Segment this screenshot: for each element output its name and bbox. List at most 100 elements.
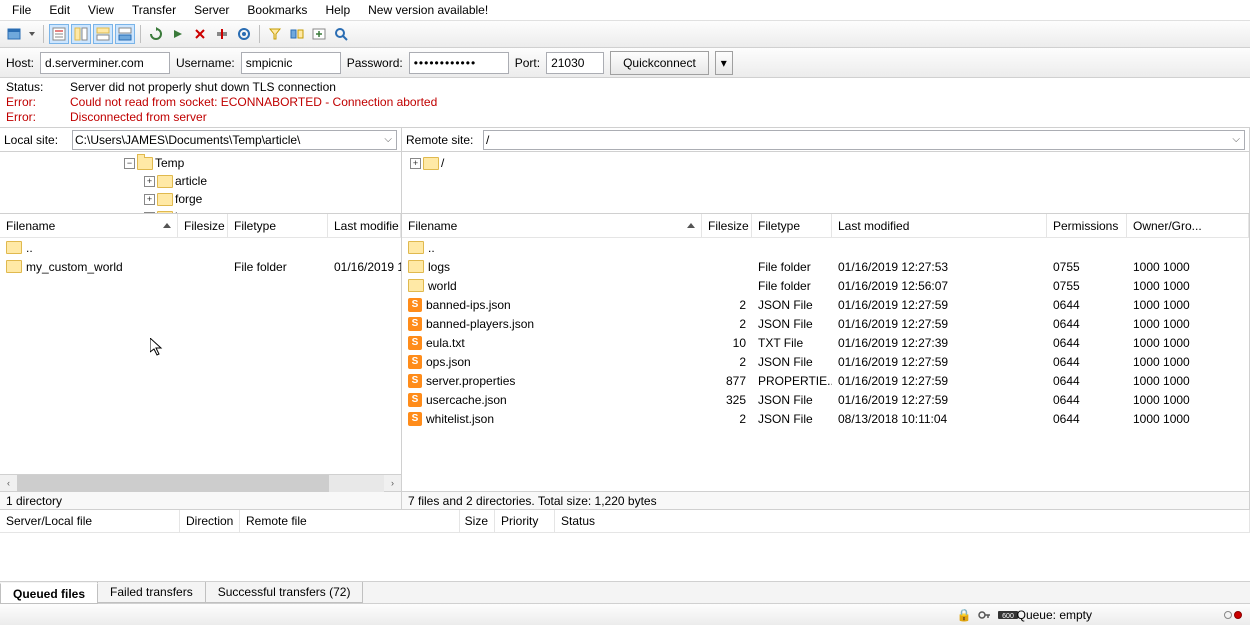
folder-icon (408, 260, 424, 273)
log-row: Status:Server did not properly shut down… (6, 80, 1244, 95)
username-input[interactable] (241, 52, 341, 74)
list-item[interactable]: .. (402, 238, 1249, 257)
list-item[interactable]: Sops.json2JSON File01/16/2019 12:27:5906… (402, 352, 1249, 371)
toolbar (0, 20, 1250, 48)
lock-icon[interactable]: 🔒 (957, 608, 971, 622)
menu-transfer[interactable]: Transfer (124, 1, 184, 19)
compare-icon[interactable] (287, 24, 307, 44)
list-item[interactable]: Sbanned-ips.json2JSON File01/16/2019 12:… (402, 295, 1249, 314)
menu-server[interactable]: Server (186, 1, 237, 19)
quickconnect-button[interactable]: Quickconnect (610, 51, 709, 75)
limits-icon[interactable]: 600 (997, 608, 1011, 622)
col-size[interactable]: Size (460, 510, 495, 532)
process-queue-icon[interactable] (168, 24, 188, 44)
list-item[interactable]: Seula.txt10TXT File01/16/2019 12:27:3906… (402, 333, 1249, 352)
folder-icon (408, 279, 424, 292)
menu-file[interactable]: File (4, 1, 39, 19)
site-manager-drop-icon[interactable] (26, 24, 38, 44)
cursor-icon (150, 338, 164, 356)
refresh-icon[interactable] (146, 24, 166, 44)
col-direction[interactable]: Direction (180, 510, 240, 532)
separator (259, 25, 260, 43)
tree-node[interactable]: +article (4, 172, 397, 190)
chevron-down-icon[interactable]: ⌵ (1230, 134, 1242, 145)
port-input[interactable] (546, 52, 604, 74)
folder-icon (408, 241, 424, 254)
col-owner[interactable]: Owner/Gro... (1127, 214, 1249, 237)
toggle-queue-icon[interactable] (115, 24, 135, 44)
key-icon[interactable] (977, 608, 991, 622)
tab-failed[interactable]: Failed transfers (97, 582, 206, 603)
filter-icon[interactable] (265, 24, 285, 44)
host-input[interactable] (40, 52, 170, 74)
list-item[interactable]: my_custom_worldFile folder01/16/2019 1 (0, 257, 401, 276)
message-log[interactable]: Status:Server did not properly shut down… (0, 78, 1250, 128)
chevron-down-icon[interactable]: ⌵ (382, 134, 394, 145)
local-path-combo[interactable]: C:\Users\JAMES\Documents\Temp\article\⌵ (72, 130, 397, 150)
col-filename[interactable]: Filename (0, 214, 178, 237)
collapse-icon[interactable]: − (124, 158, 135, 169)
remote-pane: Remote site: /⌵ +/ Filename Filesize Fil… (402, 128, 1250, 509)
col-modified[interactable]: Last modifie (328, 214, 401, 237)
queue-status: Queue: empty (1017, 608, 1092, 622)
password-input[interactable] (409, 52, 509, 74)
col-modified[interactable]: Last modified (832, 214, 1047, 237)
search-icon[interactable] (331, 24, 351, 44)
tab-queued[interactable]: Queued files (0, 583, 98, 604)
local-file-list[interactable]: .. my_custom_worldFile folder01/16/2019 … (0, 238, 401, 474)
expand-icon[interactable]: + (144, 176, 155, 187)
disconnect-icon[interactable] (212, 24, 232, 44)
list-item[interactable]: Susercache.json325JSON File01/16/2019 12… (402, 390, 1249, 409)
sync-browse-icon[interactable] (309, 24, 329, 44)
scroll-left-icon[interactable]: ‹ (0, 475, 17, 492)
tree-node[interactable]: −Temp (4, 154, 397, 172)
col-filesize[interactable]: Filesize (178, 214, 228, 237)
host-label: Host: (6, 56, 34, 70)
tree-node[interactable]: +forge (4, 190, 397, 208)
menu-edit[interactable]: Edit (41, 1, 78, 19)
col-filetype[interactable]: Filetype (752, 214, 832, 237)
list-item[interactable]: worldFile folder01/16/2019 12:56:0707551… (402, 276, 1249, 295)
list-item[interactable]: Sserver.properties877PROPERTIE...01/16/2… (402, 371, 1249, 390)
local-status: 1 directory (0, 491, 401, 509)
col-permissions[interactable]: Permissions (1047, 214, 1127, 237)
local-list-header: Filename Filesize Filetype Last modifie (0, 214, 401, 238)
list-item[interactable]: .. (0, 238, 401, 257)
col-priority[interactable]: Priority (495, 510, 555, 532)
remote-file-list[interactable]: ..logsFile folder01/16/2019 12:27:530755… (402, 238, 1249, 491)
local-tree[interactable]: −Temp +article +forge +json-storage (0, 152, 401, 214)
menu-view[interactable]: View (80, 1, 122, 19)
local-pane: Local site: C:\Users\JAMES\Documents\Tem… (0, 128, 402, 509)
menu-help[interactable]: Help (317, 1, 358, 19)
local-hscrollbar[interactable]: ‹› (0, 474, 401, 491)
list-item[interactable]: logsFile folder01/16/2019 12:27:53075510… (402, 257, 1249, 276)
activity-indicator (1224, 611, 1242, 619)
tree-node[interactable]: +/ (406, 154, 1245, 172)
toggle-log-icon[interactable] (49, 24, 69, 44)
remote-status: 7 files and 2 directories. Total size: 1… (402, 491, 1249, 509)
log-row: Error:Could not read from socket: ECONNA… (6, 95, 1244, 110)
col-remote-file[interactable]: Remote file (240, 510, 460, 532)
update-notice[interactable]: New version available! (360, 1, 496, 19)
remote-path-combo[interactable]: /⌵ (483, 130, 1245, 150)
col-filename[interactable]: Filename (402, 214, 702, 237)
toggle-remote-tree-icon[interactable] (93, 24, 113, 44)
site-manager-icon[interactable] (4, 24, 24, 44)
expand-icon[interactable]: + (144, 194, 155, 205)
col-local-file[interactable]: Server/Local file (0, 510, 180, 532)
reconnect-icon[interactable] (234, 24, 254, 44)
col-status[interactable]: Status (555, 510, 1250, 532)
transfer-queue[interactable] (0, 533, 1250, 581)
col-filesize[interactable]: Filesize (702, 214, 752, 237)
quickconnect-history-button[interactable]: ▾ (715, 51, 733, 75)
scroll-right-icon[interactable]: › (384, 475, 401, 492)
expand-icon[interactable]: + (410, 158, 421, 169)
remote-tree[interactable]: +/ (402, 152, 1249, 214)
col-filetype[interactable]: Filetype (228, 214, 328, 237)
list-item[interactable]: Swhitelist.json2JSON File08/13/2018 10:1… (402, 409, 1249, 428)
cancel-icon[interactable] (190, 24, 210, 44)
menu-bookmarks[interactable]: Bookmarks (239, 1, 315, 19)
tab-success[interactable]: Successful transfers (72) (205, 582, 364, 603)
toggle-local-tree-icon[interactable] (71, 24, 91, 44)
list-item[interactable]: Sbanned-players.json2JSON File01/16/2019… (402, 314, 1249, 333)
